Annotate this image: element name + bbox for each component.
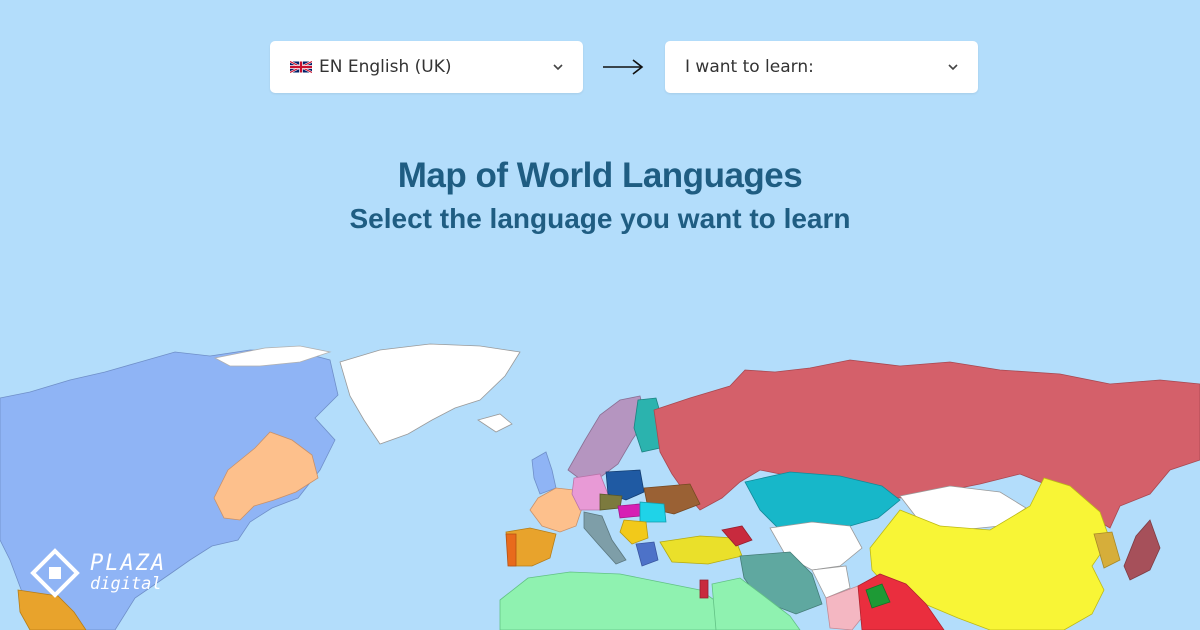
- map-region-italy[interactable]: [583, 511, 627, 565]
- page-title: Map of World Languages: [397, 156, 803, 195]
- logo-line1: PLAZA: [90, 551, 167, 576]
- map-region-israel[interactable]: [699, 579, 709, 599]
- page-subtitle: Select the language you want to learn: [349, 203, 851, 234]
- target-language-select[interactable]: I want to learn:: [665, 41, 978, 93]
- map-region-turkey[interactable]: [659, 535, 743, 565]
- target-language-placeholder: I want to learn:: [685, 57, 814, 77]
- map-region-scandinavia[interactable]: [567, 395, 647, 483]
- arrow-right-icon: [603, 59, 644, 75]
- plaza-digital-logo: PLAZA digital: [30, 548, 166, 598]
- map-region-greece[interactable]: [635, 541, 659, 567]
- chevron-down-icon: [553, 64, 563, 71]
- map-region-portugal[interactable]: [505, 533, 517, 567]
- logo-diamond-icon: [30, 548, 80, 598]
- map-region-hungary[interactable]: [617, 503, 641, 519]
- source-language-label: EN English (UK): [319, 57, 452, 77]
- map-region-iceland[interactable]: [477, 413, 513, 433]
- source-language-select[interactable]: EN English (UK): [270, 41, 583, 93]
- logo-line2: digital: [90, 574, 162, 594]
- chevron-down-icon: [948, 64, 958, 71]
- map-region-uk[interactable]: [531, 451, 557, 495]
- map-region-north-africa[interactable]: [499, 571, 723, 630]
- map-region-romania[interactable]: [639, 501, 667, 523]
- map-region-japan[interactable]: [1123, 519, 1161, 581]
- map-region-balkans[interactable]: [619, 519, 649, 545]
- uk-flag-icon: [290, 60, 312, 74]
- world-language-map: [0, 343, 1200, 630]
